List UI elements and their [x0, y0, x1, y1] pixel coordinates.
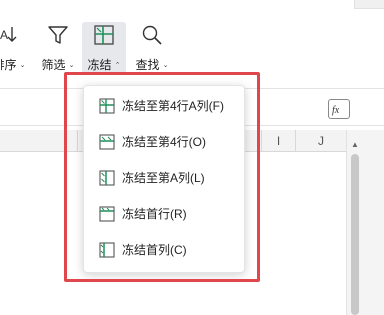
chevron-down-icon: ⌄	[68, 61, 75, 69]
chevron-up-icon: ⌃	[114, 61, 121, 69]
menu-item-label: 冻结至第A列(L)	[122, 171, 205, 185]
menu-item-label: 冻结首行(R)	[122, 207, 187, 221]
filter-label: 筛选	[41, 58, 66, 72]
freeze-label: 冻结	[87, 58, 112, 72]
menu-item-freeze-to-colA[interactable]: 冻结至第A列(L)	[84, 162, 246, 194]
menu-item-label: 冻结至第4行(O)	[122, 135, 207, 149]
scrollbar-thumb[interactable]	[351, 154, 359, 315]
column-header-blank[interactable]	[0, 130, 78, 152]
svg-text:A: A	[0, 28, 8, 42]
chevron-down-icon: ⌄	[19, 61, 26, 69]
menu-item-freeze-to-row4-colA[interactable]: 冻结至第4行A列(F)	[84, 90, 246, 122]
freeze-panes-button[interactable]: 冻结 ⌃	[82, 22, 126, 74]
sort-label: 排序	[0, 58, 17, 72]
freeze-columns-icon	[99, 170, 115, 186]
freeze-rows-icon	[99, 134, 115, 150]
vertical-scrollbar[interactable]: ▲	[346, 130, 384, 315]
filter-button[interactable]: 筛选 ⌄	[38, 22, 78, 74]
chevron-down-icon: ⌄	[162, 61, 169, 69]
freeze-top-row-icon	[99, 206, 115, 222]
insert-function-button[interactable]: fx	[328, 99, 350, 119]
find-button[interactable]: 查找 ⌄	[132, 22, 172, 74]
sort-icon: A	[0, 27, 17, 42]
freeze-panes-icon	[94, 25, 114, 45]
freeze-panes-menu: 冻结至第4行A列(F) 冻结至第4行(O) 冻结至第A列(L) 冻结首行(R)	[83, 85, 245, 273]
sort-button[interactable]: A 排序 ⌄	[0, 22, 32, 74]
menu-item-freeze-top-row[interactable]: 冻结首行(R)	[84, 198, 246, 230]
scroll-up-arrow-icon[interactable]: ▲	[351, 140, 359, 149]
search-icon	[142, 25, 162, 45]
menu-item-label: 冻结首列(C)	[122, 243, 187, 257]
menu-item-freeze-first-column[interactable]: 冻结首列(C)	[84, 234, 246, 266]
window-control-strip	[354, 0, 384, 9]
find-label: 查找	[135, 58, 160, 72]
ribbon-toolbar: A 排序 ⌄ 筛选 ⌄ 冻结 ⌃ 查	[0, 0, 384, 80]
menu-item-label: 冻结至第4行A列(F)	[122, 99, 225, 113]
freeze-first-column-icon	[99, 242, 115, 258]
function-icon: fx	[332, 105, 340, 116]
svg-text:fx: fx	[332, 105, 340, 116]
column-header-i[interactable]: I	[262, 130, 296, 152]
filter-icon	[48, 26, 68, 44]
column-header-j[interactable]: J	[296, 130, 346, 152]
freeze-panes-icon	[99, 98, 115, 114]
menu-item-freeze-to-row4[interactable]: 冻结至第4行(O)	[84, 126, 246, 158]
